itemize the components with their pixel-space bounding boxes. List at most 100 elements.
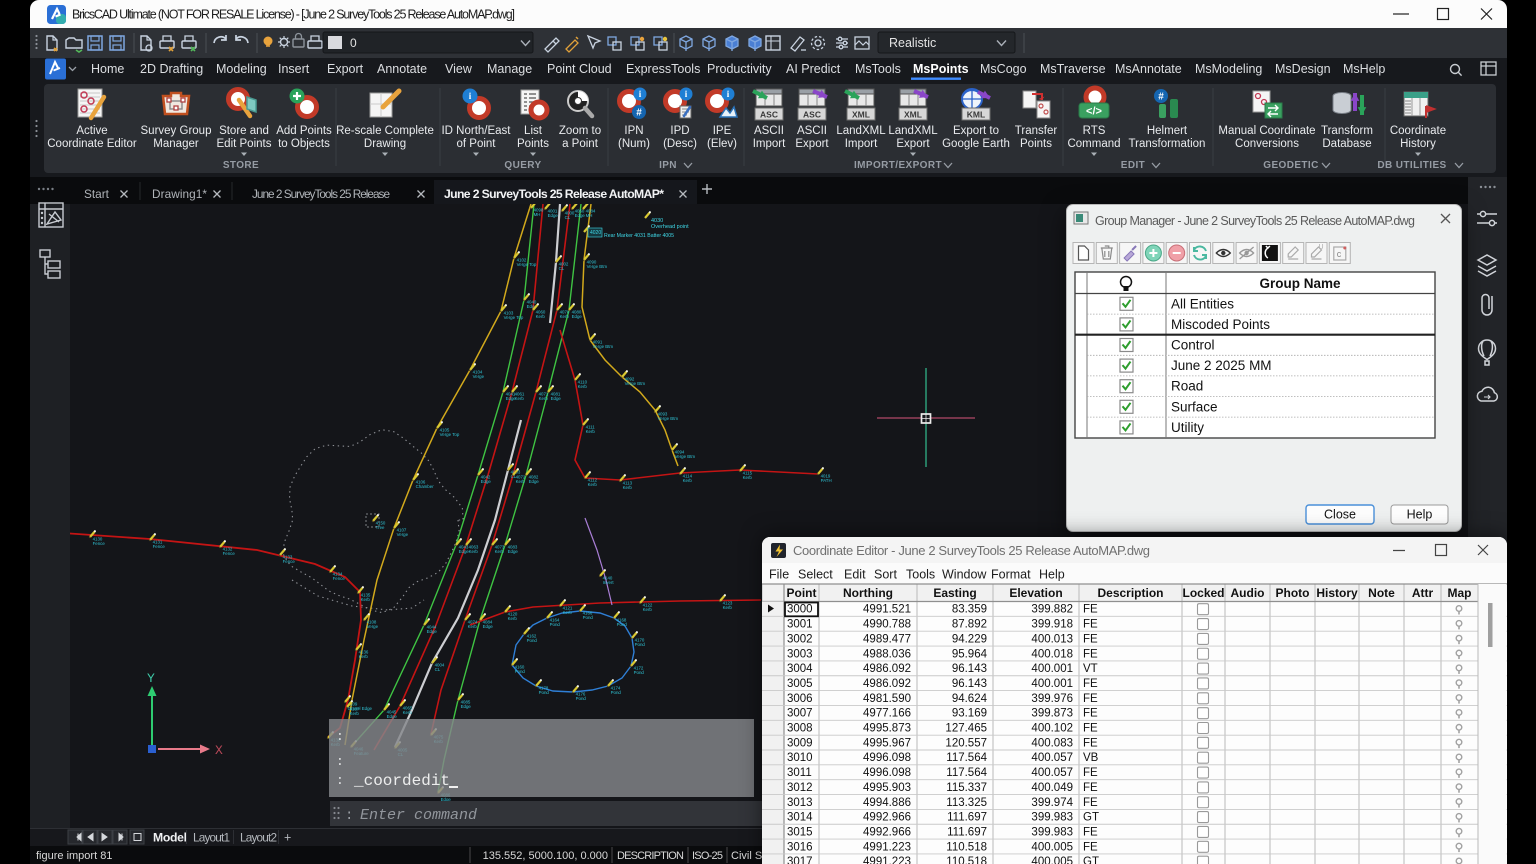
svg-text:3000: 3000: [787, 604, 813, 616]
svg-text:83.359: 83.359: [952, 604, 987, 616]
svg-text:Edge: Edge: [529, 479, 540, 484]
svg-text:(Elev): (Elev): [707, 138, 737, 150]
svg-text:Transformation: Transformation: [1129, 138, 1206, 150]
svg-text:Note: Note: [1368, 586, 1395, 600]
svg-text:400.005: 400.005: [1031, 841, 1073, 853]
svg-text:Fence: Fence: [283, 559, 296, 564]
svg-text:Points: Points: [517, 138, 549, 150]
svg-text:399.882: 399.882: [1031, 604, 1073, 616]
svg-text:Northing: Northing: [843, 586, 893, 600]
svg-text:Export: Export: [795, 138, 829, 150]
svg-text:List: List: [524, 125, 543, 137]
svg-text:Verge Btm: Verge Btm: [593, 344, 614, 349]
svg-text:Kerb: Kerb: [643, 607, 653, 612]
svg-text:Layout1: Layout1: [193, 831, 230, 845]
svg-text:VB: VB: [1083, 752, 1099, 764]
svg-text:Realistic: Realistic: [889, 36, 936, 50]
svg-text:3012: 3012: [787, 782, 813, 794]
svg-text:ASCII: ASCII: [754, 125, 784, 137]
svg-text:Kerb: Kerb: [743, 475, 753, 480]
svg-text:Productivity: Productivity: [707, 62, 772, 76]
svg-text:400.001: 400.001: [1031, 663, 1073, 675]
svg-text:U: U: [1319, 244, 1324, 251]
svg-text:399.983: 399.983: [1031, 812, 1073, 824]
svg-text:3013: 3013: [787, 797, 813, 809]
svg-text:3001: 3001: [787, 619, 813, 631]
svg-text:Kerb: Kerb: [578, 384, 588, 389]
svg-text:figure import 81: figure import 81: [36, 850, 112, 862]
svg-text:BricsCAD Ultimate (NOT FOR RES: BricsCAD Ultimate (NOT FOR RESALE Licens…: [72, 8, 515, 22]
svg-text:MsHelp: MsHelp: [1343, 62, 1385, 76]
svg-text:94.624: 94.624: [952, 693, 988, 705]
svg-text:Kerb: Kerb: [588, 482, 598, 487]
svg-text:Overhead point: Overhead point: [651, 224, 689, 230]
svg-text:Chamber: Chamber: [416, 484, 435, 489]
svg-text:2D Drafting: 2D Drafting: [140, 62, 203, 76]
svg-text:4992.966: 4992.966: [863, 812, 911, 824]
svg-text:Fence: Fence: [153, 544, 166, 549]
svg-text:Tools: Tools: [906, 568, 935, 582]
svg-text:Verge: Verge: [473, 374, 485, 379]
svg-text:Kerb: Kerb: [515, 396, 525, 401]
svg-text:399.974: 399.974: [1031, 797, 1073, 809]
svg-text:Layout2: Layout2: [240, 831, 277, 845]
svg-text:Conversions: Conversions: [1235, 138, 1299, 150]
svg-text:ASC: ASC: [760, 110, 778, 120]
svg-text:CL: CL: [565, 215, 571, 220]
svg-text:Kerb: Kerb: [623, 485, 633, 490]
svg-text::: :: [336, 754, 344, 769]
svg-text:Edge: Edge: [483, 624, 494, 629]
svg-text:96.143: 96.143: [952, 663, 987, 675]
svg-text:Coordinate: Coordinate: [1390, 125, 1446, 137]
svg-text:4995.873: 4995.873: [863, 723, 911, 735]
svg-text:3014: 3014: [787, 812, 813, 824]
svg-text:(Num): (Num): [618, 138, 650, 150]
svg-text:PATH: PATH: [821, 478, 832, 483]
svg-text:Pond: Pond: [550, 622, 561, 627]
svg-text:c: c: [1337, 249, 1342, 259]
svg-text:Kerb: Kerb: [469, 549, 479, 554]
svg-text:Group Manager - June 2 SurveyT: Group Manager - June 2 SurveyTools 25 Re…: [1095, 214, 1415, 228]
svg-text:400.057: 400.057: [1031, 752, 1073, 764]
svg-text:Kerb: Kerb: [723, 605, 733, 610]
svg-text:Tree: Tree: [376, 525, 385, 530]
svg-text::: :: [336, 773, 344, 788]
svg-text:Export: Export: [896, 138, 930, 150]
svg-text:3016: 3016: [787, 841, 813, 853]
svg-text:ASC: ASC: [803, 110, 821, 120]
svg-text:Close: Close: [1324, 508, 1356, 522]
svg-text:Kerb: Kerb: [536, 314, 546, 319]
svg-text:MsCogo: MsCogo: [980, 62, 1027, 76]
svg-text:MH: MH: [534, 212, 541, 217]
svg-text:135.552, 5000.100, 0.000: 135.552, 5000.100, 0.000: [483, 850, 608, 862]
svg-text:Insert: Insert: [278, 62, 310, 76]
svg-text:Active: Active: [76, 125, 107, 137]
svg-text:4991.521: 4991.521: [863, 604, 911, 616]
svg-text:399.976: 399.976: [1031, 693, 1073, 705]
svg-text:Command: Command: [1067, 138, 1120, 150]
svg-text:IPD: IPD: [670, 125, 689, 137]
svg-text:0: 0: [350, 36, 357, 50]
svg-text:Rear Marker 4031 Batter 4005: Rear Marker 4031 Batter 4005: [604, 233, 674, 239]
svg-text:400.049: 400.049: [1031, 782, 1073, 794]
svg-text:Elevation: Elevation: [1009, 586, 1062, 600]
svg-text:399.918: 399.918: [1031, 619, 1073, 631]
svg-text:STORE: STORE: [223, 160, 259, 171]
svg-text:Road: Road: [1171, 379, 1203, 394]
svg-text:_coordedit: _coordedit: [353, 772, 450, 790]
svg-text:File: File: [769, 568, 789, 582]
svg-text:GEODETIC: GEODETIC: [1263, 160, 1318, 171]
svg-text:Zoom to: Zoom to: [559, 125, 601, 137]
svg-text:4981.590: 4981.590: [863, 693, 911, 705]
svg-text:Kerb: Kerb: [361, 597, 371, 602]
svg-text:FE: FE: [1083, 708, 1098, 720]
svg-text:94.229: 94.229: [952, 633, 987, 645]
svg-text:3009: 3009: [787, 737, 813, 749]
svg-text:117.564: 117.564: [946, 767, 987, 779]
svg-text:(Desc): (Desc): [663, 138, 697, 150]
svg-text:#: #: [1158, 92, 1164, 103]
svg-text:FE: FE: [1083, 678, 1098, 690]
svg-text:Edit: Edit: [844, 568, 866, 582]
svg-text:Description: Description: [1097, 586, 1163, 600]
svg-text:VT: VT: [1083, 663, 1098, 675]
